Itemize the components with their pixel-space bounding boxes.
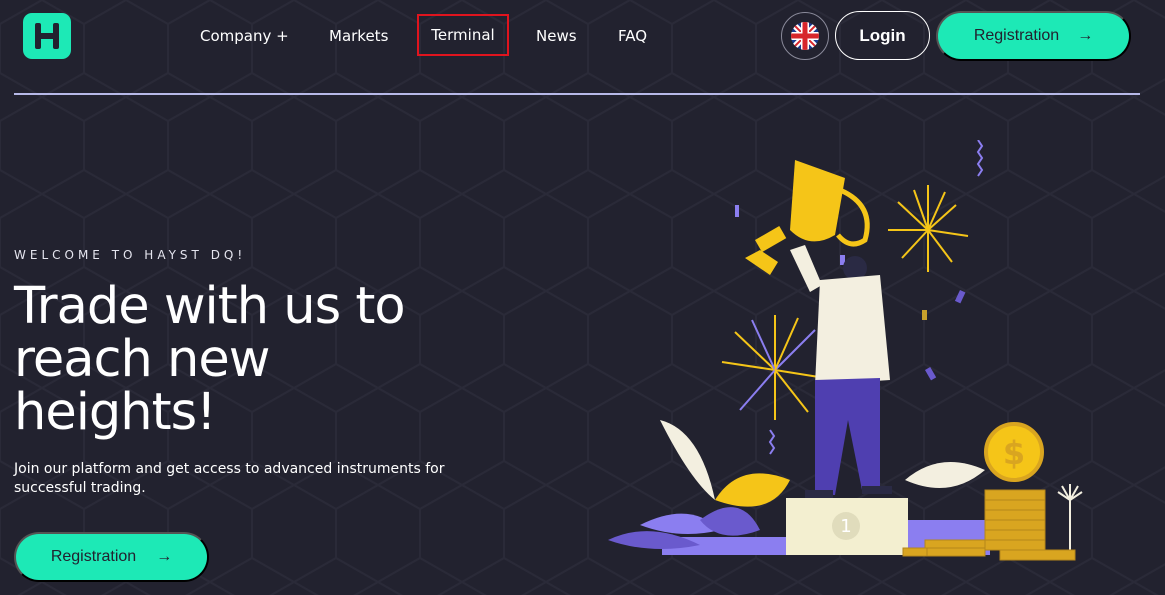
arrow-right-icon: → [156,548,173,565]
header-divider [14,93,1140,95]
registration-button-hero[interactable]: Registration → [14,532,209,582]
nav-terminal-label: Terminal [431,26,495,44]
nav-terminal[interactable]: Terminal [417,14,509,56]
registration-label: Registration [50,548,137,565]
brand-logo[interactable] [23,13,71,59]
person [790,245,892,498]
squiggle [768,429,776,455]
trophy-winner-illustration: 1 $ [608,140,1083,561]
nav-news[interactable]: News [536,23,577,49]
podium-number: 1 [840,516,851,537]
uk-flag-icon [791,22,819,50]
registration-label: Registration [973,27,1060,44]
hero-subtext: Join our platform and get access to adva… [14,461,445,496]
language-switcher[interactable] [781,12,829,60]
registration-button-header[interactable]: Registration → [936,11,1131,61]
dollar-coin-icon: $ [984,422,1044,482]
squiggle [976,140,984,177]
nav-markets[interactable]: Markets [329,23,388,49]
nav-company[interactable]: Company + [200,23,289,49]
brand-logo-icon [35,23,59,49]
hero-eyebrow: WELCOME TO HAYST DQ! [14,248,247,262]
firework-right [888,185,969,272]
coin-symbol: $ [1003,434,1025,472]
login-button[interactable]: Login [835,11,930,60]
firework-left [721,315,826,420]
hero-headline: Trade with us to reach new heights! [14,277,406,442]
nav-faq[interactable]: FAQ [618,23,647,49]
arrow-right-icon: → [1077,27,1094,44]
